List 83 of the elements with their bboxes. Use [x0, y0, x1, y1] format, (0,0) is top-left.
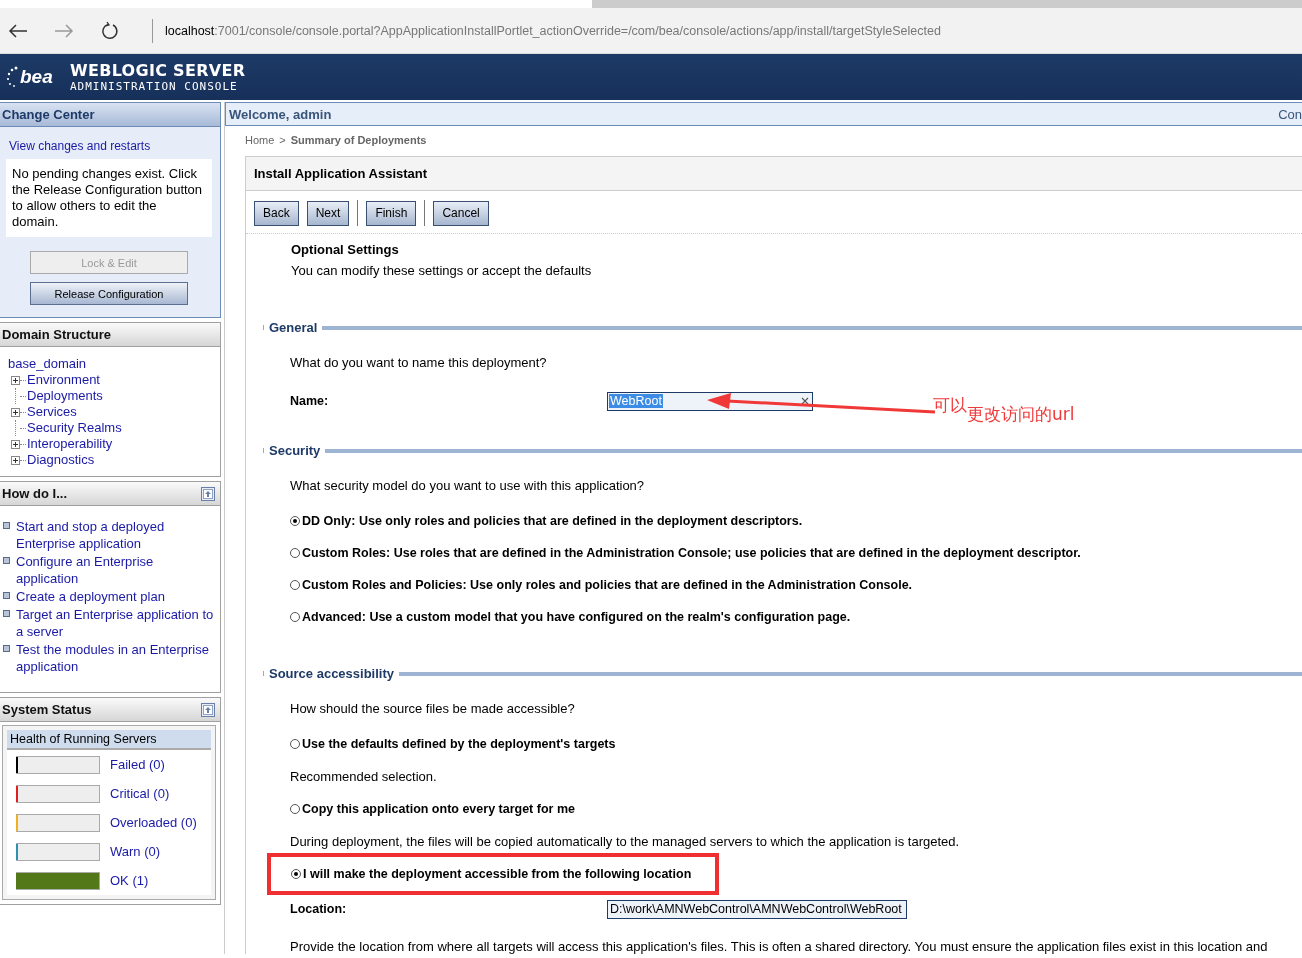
assistant-title: Install Application Assistant — [246, 157, 1302, 191]
field-label: Location: — [290, 902, 348, 916]
back-arrow-icon[interactable] — [8, 22, 28, 39]
tree-item[interactable]: Security Realms — [27, 420, 122, 436]
tree-item[interactable]: Interoperability — [27, 436, 113, 452]
tree-item[interactable]: base_domain — [8, 356, 220, 372]
radio-label[interactable]: Custom Roles and Policies: Use only roles and policies that are defined in the Administration Console. — [302, 578, 913, 592]
radio-label[interactable]: Custom Roles: Use roles that are defined in the Administration Console; use policies that are defined in the deployment descriptor. — [302, 546, 1081, 560]
help-link[interactable]: Test the modules in an Enterprise application — [16, 641, 216, 675]
radio-button[interactable] — [290, 804, 300, 814]
expand-icon[interactable] — [11, 407, 20, 417]
radio-button[interactable] — [290, 612, 300, 622]
panel-title: Change Center — [0, 103, 220, 127]
wizard-button[interactable]: Next — [306, 200, 350, 226]
minimize-icon[interactable] — [201, 486, 215, 501]
tree-item[interactable]: Services — [27, 404, 77, 420]
breadcrumb-link[interactable]: Summary of Deployments — [290, 134, 427, 146]
status-message: No pending changes exist. Click the Release Configuration button to allow others to edit the domain. — [6, 159, 212, 237]
bullet-icon — [3, 522, 10, 529]
radio-label[interactable]: Copy this application onto every target for me — [302, 802, 575, 816]
minimize-icon[interactable] — [201, 702, 215, 717]
breadcrumb-link[interactable]: Home — [245, 134, 275, 146]
radio-label[interactable]: I will make the deployment accessible from the following location — [303, 867, 692, 881]
wizard-button[interactable]: Back — [254, 200, 299, 226]
bullet-icon — [3, 645, 10, 652]
section-title: Security — [269, 443, 321, 458]
radio-button[interactable] — [290, 516, 300, 526]
health-link[interactable]: Warn (0) — [110, 844, 161, 859]
help-text: Recommended selection. — [290, 769, 438, 784]
health-link[interactable]: Failed (0) — [110, 757, 165, 772]
expand-icon[interactable] — [11, 455, 20, 465]
radio-button[interactable] — [290, 548, 300, 558]
health-link[interactable]: OK (1) — [110, 873, 149, 888]
console-subtitle: ADMINISTRATION CONSOLE — [70, 80, 239, 93]
bullet-icon — [3, 557, 10, 564]
settings-intro: You can modify these settings or accept the defaults — [290, 262, 593, 278]
radio-label[interactable]: DD Only: Use only roles and policies that are defined in the deployment descriptors. — [302, 514, 803, 528]
forward-arrow-icon[interactable] — [54, 22, 74, 39]
help-text: During deployment, the files will be copied automatically to the managed servers to which the application is targeted. — [290, 834, 961, 849]
section-title: Source accessibility — [269, 666, 394, 681]
radio-button[interactable] — [291, 869, 301, 879]
question-text: What security model do you want to use with this application? — [290, 478, 646, 493]
header-link[interactable]: Con — [1278, 106, 1302, 122]
help-link[interactable]: Create a deployment plan — [16, 588, 165, 605]
view-changes-link[interactable]: View changes and restarts — [0, 127, 220, 159]
panel-title: System Status — [2, 702, 92, 717]
wizard-button[interactable]: Finish — [366, 200, 417, 226]
panel-title: Domain Structure — [2, 327, 112, 342]
address-bar[interactable]: localhost:7001/console/console.portal?AppApplicationInstallPortlet_actionOverride=/com/bea/console/actions/app/install/targetStyleSelected — [165, 23, 941, 38]
clear-icon[interactable] — [801, 397, 809, 405]
section-title: General — [269, 320, 318, 335]
settings-heading: Optional Settings — [290, 241, 400, 257]
help-link[interactable]: Target an Enterprise application to a server — [16, 606, 216, 640]
panel-title: How do I... — [2, 486, 67, 501]
refresh-icon[interactable] — [100, 20, 120, 41]
annotation-text: 更改访问的url — [967, 404, 1075, 426]
release-button[interactable]: Release Configuration — [30, 282, 188, 305]
input-field[interactable]: D:\work\AMNWebControl\AMNWebControl\WebRoot — [607, 899, 907, 919]
tree-item[interactable]: Deployments — [27, 388, 103, 404]
radio-button[interactable] — [290, 739, 300, 749]
help-link[interactable]: Configure an Enterprise application — [16, 553, 216, 587]
question-text: How should the source files be made accessible? — [290, 701, 576, 716]
radio-label[interactable]: Use the defaults defined by the deployment's targets — [302, 737, 616, 751]
welcome-text: Welcome, admin — [228, 106, 332, 122]
field-label: Name: — [290, 394, 330, 408]
bullet-icon — [3, 592, 10, 599]
health-link[interactable]: Critical (0) — [110, 786, 170, 801]
radio-button[interactable] — [290, 580, 300, 590]
logo: bea — [6, 65, 56, 89]
expand-icon[interactable] — [11, 439, 20, 449]
breadcrumb-separator: > — [279, 134, 286, 146]
tree-item[interactable]: Diagnostics — [27, 452, 95, 468]
help-link[interactable]: Start and stop a deployed Enterprise application — [16, 518, 216, 552]
radio-label[interactable]: Advanced: Use a custom model that you have configured on the realm's configuration page. — [302, 610, 851, 624]
health-title: Health of Running Servers — [7, 730, 211, 750]
annotation-text: 可以 — [933, 394, 967, 415]
console-title: WEBLOGIC SERVER — [70, 61, 246, 80]
help-text: Provide the location from where all targets will access this application's files. This is often a shared directory. You must ensure the application files exist in this location and — [290, 939, 1269, 954]
tree-item[interactable]: Environment — [27, 372, 100, 388]
bullet-icon — [3, 610, 10, 617]
question-text: What do you want to name this deployment? — [290, 355, 548, 370]
wizard-button[interactable]: Cancel — [433, 200, 489, 226]
expand-icon[interactable] — [11, 375, 20, 385]
